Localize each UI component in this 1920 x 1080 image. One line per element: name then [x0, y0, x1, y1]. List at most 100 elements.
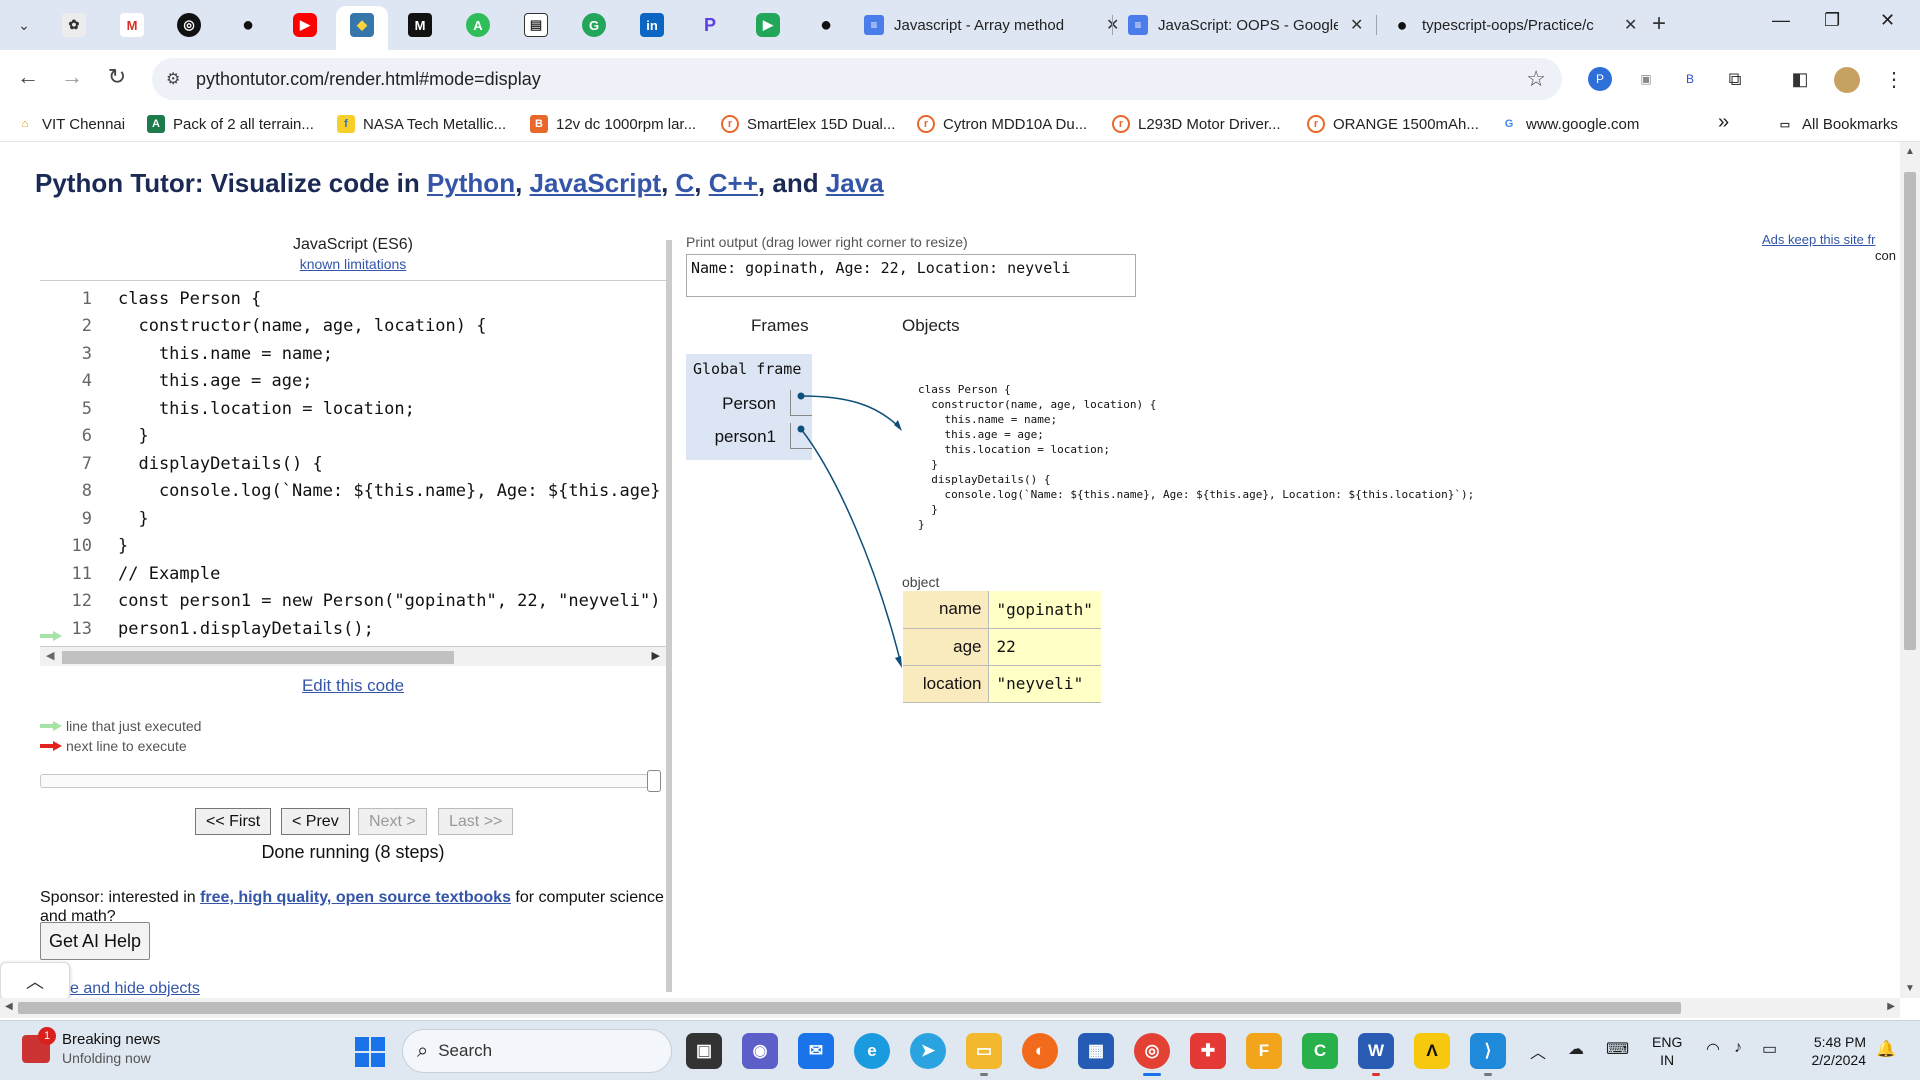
python-link[interactable]: Python	[427, 168, 515, 198]
tab-close-icon[interactable]: ✕	[1350, 15, 1363, 35]
textbooks-link[interactable]: free, high quality, open source textbook…	[200, 889, 511, 906]
keyboard-icon[interactable]: ⌨	[1606, 1039, 1629, 1059]
input-language[interactable]: ENG IN	[1652, 1033, 1682, 1069]
close-window-button[interactable]: ✕	[1880, 10, 1895, 31]
teams-icon[interactable]: ◉	[742, 1033, 778, 1069]
execution-step-slider[interactable]	[40, 770, 661, 792]
play-tab-icon[interactable]: ▶	[756, 13, 780, 37]
url-text[interactable]: pythontutor.com/render.html#mode=display	[196, 69, 541, 90]
page-horizontal-scrollbar[interactable]: ◀ ▶	[0, 998, 1900, 1018]
javascript-link[interactable]: JavaScript	[530, 168, 662, 198]
ads-link[interactable]: Ads keep this site fr	[1762, 232, 1875, 247]
all-bookmarks-button[interactable]: ▭ All Bookmarks	[1776, 115, 1898, 133]
github-tab-icon[interactable]: ●	[236, 13, 260, 37]
tab-array-methods[interactable]: ≡ Javascript - Array method ✕	[864, 8, 1119, 42]
gmail-tab-icon[interactable]: M	[120, 13, 144, 37]
scroll-right-icon[interactable]: ▶	[1887, 1001, 1895, 1012]
mail-icon[interactable]: ✉	[798, 1033, 834, 1069]
side-panel-icon[interactable]: ◧	[1788, 67, 1812, 91]
bookmark-item[interactable]: G www.google.com	[1500, 115, 1640, 133]
edit-code-link[interactable]: Edit this code	[40, 676, 666, 696]
prev-step-button[interactable]: < Prev	[281, 808, 350, 835]
bookmark-item[interactable]: B 12v dc 1000rpm lar...	[530, 115, 696, 133]
wifi-icon[interactable]: ◠	[1706, 1039, 1720, 1059]
github-tab-icon-2[interactable]: ●	[814, 13, 838, 37]
scroll-left-icon[interactable]: ◀	[5, 1001, 13, 1012]
green-app-tab-icon[interactable]: A	[466, 13, 490, 37]
extension-b-icon[interactable]: B	[1678, 67, 1702, 91]
f-app-icon[interactable]: F	[1246, 1033, 1282, 1069]
tab-oops[interactable]: ≡ JavaScript: OOPS - Google ✕	[1128, 8, 1363, 42]
bookmark-item[interactable]: r L293D Motor Driver...	[1112, 115, 1281, 133]
extensions-puzzle-icon[interactable]: ⧉	[1723, 67, 1747, 91]
pratilipi-tab-icon[interactable]: P	[698, 13, 722, 37]
pane-splitter[interactable]	[666, 240, 672, 992]
chrome-icon[interactable]: ◎	[1134, 1033, 1170, 1069]
last-step-button[interactable]: Last >>	[438, 808, 514, 835]
task-view-icon[interactable]: ▣	[686, 1033, 722, 1069]
firefox-icon[interactable]: ◐	[1022, 1033, 1058, 1069]
bookmark-star-icon[interactable]: ☆	[1526, 66, 1546, 92]
scrollbar-thumb[interactable]	[62, 651, 454, 664]
arduino-like-icon[interactable]: Λ	[1414, 1033, 1450, 1069]
scroll-left-icon[interactable]: ◀	[46, 649, 54, 662]
collapse-chevron-button[interactable]: ︿	[0, 962, 70, 1000]
calendar-tab-icon[interactable]: ▤	[524, 13, 548, 37]
battery-icon[interactable]: ▭	[1762, 1039, 1777, 1059]
circle-app-tab-icon[interactable]: ◎	[177, 13, 201, 37]
first-step-button[interactable]: << First	[195, 808, 272, 835]
taskbar-search[interactable]: ⌕ Search	[402, 1029, 672, 1073]
file-explorer-icon[interactable]: ▭	[966, 1033, 1002, 1069]
scroll-down-icon[interactable]: ▼	[1905, 983, 1915, 994]
notifications-icon[interactable]: 🔔	[1876, 1039, 1896, 1059]
next-step-button[interactable]: Next >	[358, 808, 427, 835]
back-button[interactable]: ←	[13, 64, 43, 90]
volume-icon[interactable]: ♪	[1734, 1039, 1742, 1057]
grammar-tab-icon[interactable]: G	[582, 13, 606, 37]
page-vertical-scrollbar[interactable]: ▲ ▼	[1900, 142, 1920, 998]
new-tab-button[interactable]: +	[1652, 10, 1666, 38]
more-bookmarks-button[interactable]: »	[1718, 111, 1729, 134]
hide-objects-link[interactable]: e and hide objects	[70, 980, 200, 998]
restore-button[interactable]: ❐	[1824, 10, 1840, 31]
bookmark-item[interactable]: f NASA Tech Metallic...	[337, 115, 506, 133]
bookmark-item[interactable]: r SmartElex 15D Dual...	[721, 115, 895, 133]
vscode-icon[interactable]: ⟩	[1470, 1033, 1506, 1069]
cpp-link[interactable]: C++	[709, 168, 758, 198]
bookmark-item[interactable]: r ORANGE 1500mAh...	[1307, 115, 1479, 133]
c-app-icon[interactable]: C	[1302, 1033, 1338, 1069]
telegram-icon[interactable]: ➤	[910, 1033, 946, 1069]
tab-search-chevron-icon[interactable]: ⌄	[10, 11, 38, 39]
minimize-button[interactable]: —	[1772, 10, 1790, 31]
extension-copy-icon[interactable]: ▣	[1634, 67, 1658, 91]
scrollbar-thumb[interactable]	[1904, 172, 1916, 650]
onedrive-icon[interactable]: ☁	[1568, 1039, 1584, 1059]
edge-icon[interactable]: e	[854, 1033, 890, 1069]
extension-p-icon[interactable]: P	[1588, 67, 1612, 91]
bookmark-item[interactable]: A Pack of 2 all terrain...	[147, 115, 314, 133]
tab-typescript-oops[interactable]: ● typescript-oops/Practice/c ✕	[1392, 8, 1638, 42]
get-ai-help-button[interactable]: Get AI Help	[40, 922, 151, 960]
scroll-right-icon[interactable]: ▶	[652, 649, 660, 662]
reload-button[interactable]: ↻	[102, 64, 132, 90]
tray-overflow-icon[interactable]: ︿	[1530, 1039, 1546, 1063]
gift-app-icon[interactable]: ✚	[1190, 1033, 1226, 1069]
site-info-icon[interactable]: ⚙	[166, 69, 180, 89]
browser-menu-icon[interactable]: ⋮	[1882, 67, 1906, 91]
python-tutor-tab-icon[interactable]: ◆	[350, 13, 374, 37]
chatgpt-tab-icon[interactable]: ✿	[62, 13, 86, 37]
youtube-tab-icon[interactable]: ▶	[293, 13, 317, 37]
profile-avatar[interactable]	[1834, 67, 1860, 93]
code-horizontal-scrollbar[interactable]: ◀ ▶	[40, 646, 666, 666]
bookmark-item[interactable]: r Cytron MDD10A Du...	[917, 115, 1087, 133]
bookmark-item[interactable]: ⌂ VIT Chennai	[16, 115, 125, 133]
tab-close-icon[interactable]: ✕	[1624, 15, 1637, 35]
forward-button[interactable]: →	[57, 64, 87, 90]
known-limitations-link[interactable]: known limitations	[40, 256, 666, 272]
windows-start-icon[interactable]	[354, 1036, 386, 1068]
news-widget[interactable]: 1 Breaking news Unfolding now	[22, 1026, 160, 1066]
medium-tab-icon[interactable]: M	[408, 13, 432, 37]
c-link[interactable]: C	[676, 168, 695, 198]
address-bar[interactable]: ⚙ pythontutor.com/render.html#mode=displ…	[152, 58, 1562, 100]
microsoft-store-icon[interactable]: ▦	[1078, 1033, 1114, 1069]
